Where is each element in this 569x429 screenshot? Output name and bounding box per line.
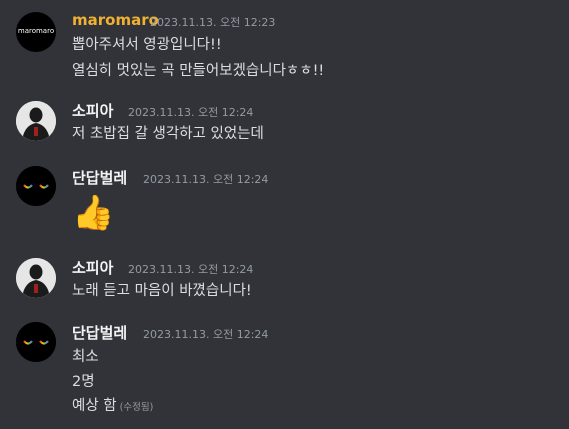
maromaro-logo-icon: maromaro	[17, 27, 55, 35]
author-name[interactable]: 단답벌레	[72, 322, 127, 343]
message-text-content: 예상 함	[72, 398, 117, 414]
timestamp: 2023.11.13. 오전 12:23	[150, 16, 276, 29]
person-avatar-icon	[16, 258, 56, 298]
rainbow-eyes-avatar-icon	[16, 166, 56, 206]
edited-label: (수정됨)	[119, 402, 154, 413]
timestamp: 2023.11.13. 오전 12:24	[128, 106, 254, 119]
timestamp: 2023.11.13. 오전 12:24	[143, 328, 269, 341]
person-avatar-icon	[16, 101, 56, 141]
avatar[interactable]	[16, 322, 56, 362]
author-name[interactable]: 소피아	[72, 100, 113, 121]
avatar[interactable]	[16, 166, 56, 206]
message-text: 2명	[72, 374, 95, 390]
author-name[interactable]: 소피아	[72, 257, 113, 278]
message-text: 열심히 멋있는 곡 만들어보겠습니다ㅎㅎ!!	[72, 63, 325, 79]
message-text: 최소	[72, 349, 99, 365]
author-name[interactable]: maromaro	[72, 11, 159, 29]
avatar[interactable]	[16, 258, 56, 298]
message-text: 노래 듣고 마음이 바꼈습니다!	[72, 283, 252, 299]
avatar[interactable]: maromaro	[16, 12, 56, 52]
timestamp: 2023.11.13. 오전 12:24	[143, 173, 269, 186]
timestamp: 2023.11.13. 오전 12:24	[128, 263, 254, 276]
message-text: 예상 함 (수정됨)	[72, 394, 153, 415]
rainbow-eyes-avatar-icon	[16, 322, 56, 362]
thumbs-up-emoji-icon[interactable]: 👍	[72, 193, 114, 233]
author-name[interactable]: 단답벌레	[72, 167, 127, 188]
avatar[interactable]	[16, 101, 56, 141]
message-text: 저 초밥집 갈 생각하고 있었는데	[72, 126, 264, 142]
message-text: 뽑아주셔서 영광입니다!!	[72, 37, 222, 53]
